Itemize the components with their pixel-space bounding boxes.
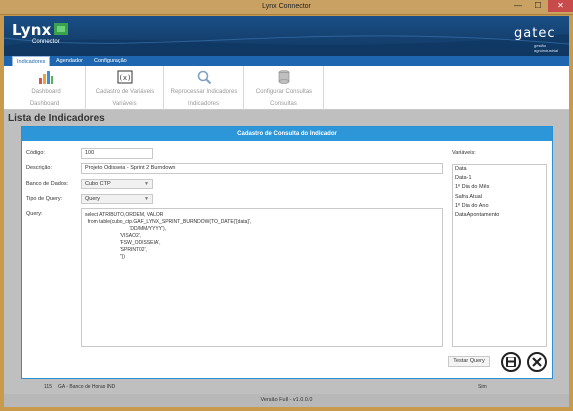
tab-agendador[interactable]: Agendador bbox=[52, 56, 87, 66]
ribbon-group-variaveis: (x) Cadastro de Variáveis Variáveis bbox=[86, 66, 164, 110]
gear-search-icon bbox=[197, 70, 212, 85]
reprocessar-indicadores-button[interactable]: Reprocessar Indicadores bbox=[166, 69, 242, 95]
cadastro-variaveis-button[interactable]: (x) Cadastro de Variáveis bbox=[90, 69, 160, 95]
header-wave-decoration bbox=[4, 34, 569, 56]
banco-select-value: Cubo CTP bbox=[85, 181, 111, 187]
variable-icon: (x) bbox=[117, 70, 133, 84]
list-item[interactable]: DataApontamento bbox=[453, 211, 546, 220]
status-bar: Versão Full - v1.0.0.0 bbox=[4, 394, 569, 407]
gatec-logo-subtitle: gestão agroindustrial bbox=[534, 43, 559, 53]
save-button[interactable] bbox=[501, 352, 521, 372]
banco-label: Banco de Dados: bbox=[26, 181, 69, 187]
descricao-label: Descrição: bbox=[26, 165, 52, 171]
page-title: Lista de Indicadores bbox=[8, 113, 105, 124]
cadastro-consulta-dialog: Cadastro de Consulta do Indicador Código… bbox=[21, 126, 553, 379]
configurar-consultas-button[interactable]: Configurar Consultas bbox=[248, 69, 320, 95]
codigo-label: Código: bbox=[26, 150, 45, 156]
dashboard-button-label: Dashboard bbox=[31, 89, 61, 95]
window-titlebar: Lynx Connector — ☐ ✕ bbox=[0, 0, 573, 15]
ribbon-group-dashboard: Dashboard Dashboard bbox=[4, 66, 86, 110]
codigo-field[interactable]: 100 bbox=[81, 148, 153, 159]
row-flag: Sim bbox=[478, 384, 487, 390]
ribbon-group-label: Variáveis bbox=[112, 101, 137, 107]
maximize-button[interactable]: ☐ bbox=[528, 0, 548, 12]
testar-query-button[interactable]: Testar Query bbox=[448, 356, 490, 367]
lynx-logo-mark bbox=[54, 23, 68, 35]
chevron-down-icon: ▼ bbox=[144, 196, 149, 202]
gatec-logo: gatec bbox=[514, 26, 556, 41]
minimize-button[interactable]: — bbox=[508, 0, 528, 12]
lynx-logo-subtitle: Connector bbox=[32, 39, 60, 45]
chart-icon bbox=[39, 71, 53, 84]
dialog-title: Cadastro de Consulta do Indicador bbox=[22, 127, 552, 141]
descricao-field[interactable]: Projeto Odisseia - Sprint 2 Burndown bbox=[81, 163, 443, 174]
cadastro-variaveis-label: Cadastro de Variáveis bbox=[95, 89, 155, 95]
tipo-query-label: Tipo de Query: bbox=[26, 196, 63, 202]
configurar-consultas-label: Configurar Consultas bbox=[255, 89, 313, 95]
ribbon-panel: Dashboard Dashboard (x) Cadastro de Vari… bbox=[4, 66, 569, 110]
dashboard-button[interactable]: Dashboard bbox=[26, 69, 66, 95]
app-header: Lynx Connector gatec gestão agroindustri… bbox=[4, 16, 569, 56]
cancel-button[interactable] bbox=[527, 352, 547, 372]
query-label: Query: bbox=[26, 211, 43, 217]
tipo-query-select-value: Query bbox=[85, 196, 100, 202]
tab-indicadores[interactable]: Indicadores bbox=[12, 56, 51, 66]
list-item[interactable]: Data-1 bbox=[453, 174, 546, 183]
tipo-query-select[interactable]: Query ▼ bbox=[81, 194, 153, 204]
tab-configuracao[interactable]: Configuração bbox=[90, 56, 131, 66]
ribbon-group-indicadores: Reprocessar Indicadores Indicadores bbox=[164, 66, 244, 110]
close-window-button[interactable]: ✕ bbox=[548, 0, 573, 12]
query-textarea[interactable]: select ATRIBUTO,ORDEM, VALOR from table(… bbox=[81, 208, 443, 347]
ribbon-group-label: Consultas bbox=[270, 101, 297, 107]
ribbon-group-label: Dashboard bbox=[29, 101, 60, 107]
close-icon bbox=[532, 357, 542, 367]
window-title: Lynx Connector bbox=[262, 3, 311, 10]
table-row[interactable]: 115 GA - Banco de Horas IND Sim bbox=[8, 382, 557, 392]
list-item[interactable]: 1º Dia do Mês bbox=[453, 183, 546, 192]
ribbon-group-consultas: Configurar Consultas Consultas bbox=[244, 66, 324, 110]
list-item[interactable]: Safra Atual bbox=[453, 193, 546, 202]
variables-list: Data Data-1 1º Dia do Mês Safra Atual 1º… bbox=[452, 164, 547, 347]
banco-select[interactable]: Cubo CTP ▼ bbox=[81, 179, 153, 189]
chevron-down-icon: ▼ bbox=[144, 181, 149, 187]
row-name: GA - Banco de Horas IND bbox=[58, 384, 116, 390]
save-icon bbox=[506, 357, 516, 367]
database-icon bbox=[278, 70, 290, 84]
ribbon-group-label: Indicadores bbox=[187, 101, 220, 107]
variaveis-label: Variáveis: bbox=[452, 150, 476, 156]
list-item[interactable]: Data bbox=[453, 165, 546, 174]
list-item[interactable]: 1º Dia do Ano bbox=[453, 202, 546, 211]
row-id: 115 bbox=[44, 384, 52, 390]
reprocessar-indicadores-label: Reprocessar Indicadores bbox=[170, 89, 238, 95]
ribbon-tabs: Indicadores Agendador Configuração bbox=[4, 56, 569, 66]
svg-text:(x): (x) bbox=[119, 74, 132, 82]
lynx-logo: Lynx bbox=[12, 21, 52, 39]
